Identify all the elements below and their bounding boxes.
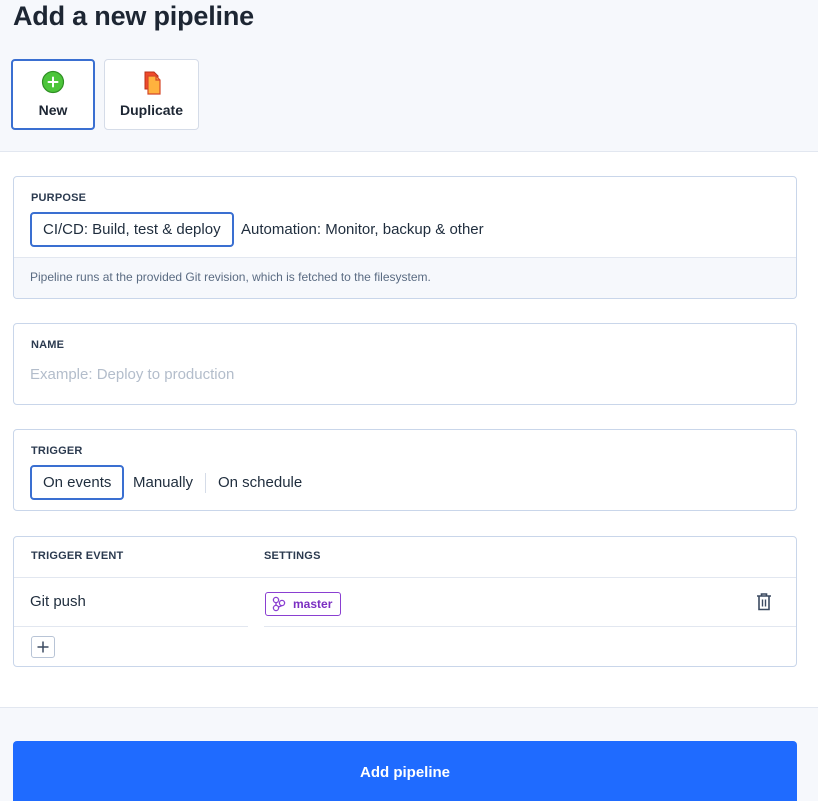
- column-header-trigger-event: TRIGGER EVENT: [31, 550, 124, 562]
- duplicate-mode-button[interactable]: Duplicate: [104, 59, 199, 130]
- purpose-label: PURPOSE: [31, 192, 87, 204]
- trigger-card: TRIGGER On events Manually On schedule: [13, 429, 797, 511]
- column-header-settings: SETTINGS: [264, 550, 321, 562]
- duplicate-icon: [140, 70, 164, 95]
- trigger-option-manually[interactable]: Manually: [122, 465, 204, 500]
- plus-circle-icon: [41, 70, 65, 94]
- footer-bar: Add pipeline: [0, 707, 818, 801]
- name-card: NAME: [13, 323, 797, 405]
- trigger-events-table: TRIGGER EVENT SETTINGS Git push master: [13, 536, 797, 667]
- branch-badge[interactable]: master: [265, 592, 342, 616]
- new-mode-button[interactable]: New: [11, 59, 95, 130]
- row-divider: [14, 626, 248, 627]
- table-header-divider: [14, 577, 796, 578]
- purpose-hint-bar: Pipeline runs at the provided Git revisi…: [14, 257, 796, 298]
- plus-icon: [37, 641, 49, 653]
- purpose-card: PURPOSE CI/CD: Build, test & deploy Auto…: [13, 176, 797, 299]
- trigger-event-cell: Git push: [30, 593, 86, 610]
- add-pipeline-button[interactable]: Add pipeline: [13, 741, 797, 801]
- trash-icon[interactable]: [755, 592, 773, 617]
- pipeline-name-input[interactable]: [30, 366, 770, 383]
- branch-icon: [272, 596, 286, 612]
- page-header: Add a new pipeline New Duplicate: [0, 0, 818, 152]
- name-label: NAME: [31, 339, 65, 351]
- add-trigger-event-button[interactable]: [31, 636, 55, 658]
- duplicate-mode-label: Duplicate: [119, 102, 183, 118]
- trigger-option-on-events[interactable]: On events: [30, 465, 125, 500]
- purpose-option-cicd[interactable]: CI/CD: Build, test & deploy: [30, 212, 234, 247]
- trigger-separator: [205, 473, 206, 493]
- page-title: Add a new pipeline: [13, 1, 254, 31]
- trigger-option-on-schedule[interactable]: On schedule: [207, 465, 313, 500]
- purpose-hint: Pipeline runs at the provided Git revisi…: [30, 270, 431, 284]
- trigger-label: TRIGGER: [31, 445, 83, 457]
- row-divider: [264, 626, 796, 627]
- branch-name: master: [293, 597, 333, 611]
- purpose-option-automation[interactable]: Automation: Monitor, backup & other: [230, 212, 495, 247]
- new-mode-label: New: [38, 102, 68, 118]
